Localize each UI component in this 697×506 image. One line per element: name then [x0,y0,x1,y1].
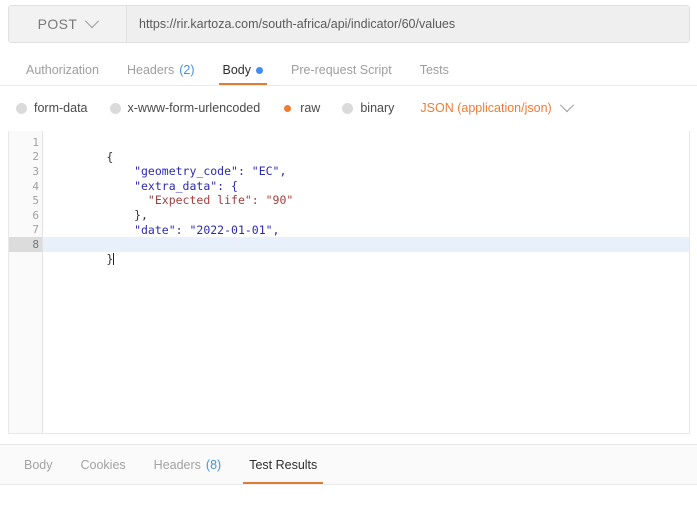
gutter-line-2-number: 2 [32,150,39,164]
code-line-4[interactable]: "Expected life": "90" [51,179,689,207]
content-type-label: JSON (application/json) [420,101,552,115]
response-body-area [0,486,697,506]
response-tab-body-label: Body [24,458,53,472]
tab-headers-count: (2) [179,63,195,77]
code-line-2[interactable]: "geometry_code": "EC", [51,150,689,178]
response-tab-test-results[interactable]: Test Results [235,446,331,484]
code-line-8[interactable]: } [43,237,689,266]
postman-request-pane: POST https://rir.kartoza.com/south-afric… [0,0,697,506]
text-caret [113,252,115,265]
request-url-text: https://rir.kartoza.com/south-africa/api… [139,17,456,31]
response-tab-test-results-label: Test Results [249,458,318,472]
tab-tests[interactable]: Tests [406,55,463,85]
http-method-label: POST [37,16,78,32]
body-type-row: form-data x-www-form-urlencoded raw bina… [0,94,697,122]
gutter-line-5[interactable]: 5 [9,193,42,208]
tab-headers-label: Headers [126,63,175,77]
body-modified-dot-icon [256,66,263,74]
tab-pre-request-script[interactable]: Pre-request Script [277,55,406,85]
code-line-7[interactable]: "value": 10000000 [51,223,689,251]
radio-urlencoded[interactable]: x-www-form-urlencoded [109,101,261,115]
gutter-line-8[interactable]: 8 [9,237,42,252]
tab-authorization-label: Authorization [26,63,99,77]
gutter-line-5-number: 5 [32,194,39,208]
request-body-editor[interactable]: 1 2 3 4 5 6 7 8 {"geometry_code": "EC",… [8,131,690,434]
gutter-line-3[interactable]: 3 [9,164,52,179]
radio-binary-label: binary [360,101,395,115]
response-tab-headers-label: Headers [153,458,201,472]
code-line-6[interactable]: "date": "2022-01-01", [51,208,689,237]
code-line-5[interactable]: }, [51,193,689,222]
tab-tests-label: Tests [419,63,449,77]
tab-body[interactable]: Body [209,55,278,85]
chevron-down-icon [559,98,574,113]
gutter-line-7-number: 7 [32,223,39,237]
response-tab-body[interactable]: Body [10,446,67,484]
code-line-3[interactable]: "extra_data": { [51,164,689,193]
http-method-selector[interactable]: POST [9,6,127,42]
gutter-line-6[interactable]: 6 [9,208,42,223]
radio-raw-label: raw [300,101,321,115]
tab-authorization[interactable]: Authorization [12,55,113,85]
radio-form-data-icon [16,102,27,114]
gutter-line-7[interactable]: 7 [9,223,42,238]
radio-raw[interactable]: raw [282,101,320,115]
response-tab-cookies-label: Cookies [80,458,126,472]
response-tab-headers[interactable]: Headers (8) [140,446,236,484]
radio-form-data-label: form-data [34,101,88,115]
gutter-line-4-number: 4 [32,179,39,193]
gutter-line-8-number: 8 [32,237,39,251]
response-tab-bar: Body Cookies Headers (8) Test Results [0,445,697,485]
gutter-line-1[interactable]: 1 [9,135,52,150]
content-type-selector[interactable]: JSON (application/json) [420,98,574,115]
radio-raw-icon [282,102,294,114]
chevron-down-icon [85,14,100,29]
radio-urlencoded-label: x-www-form-urlencoded [127,101,261,115]
editor-code-area[interactable]: { "geometry_code": "EC", "extra_data": {… [43,131,689,433]
radio-binary-icon [342,102,354,114]
gutter-line-4[interactable]: 4 [9,179,42,194]
gutter-line-1-number: 1 [32,135,39,149]
request-url-input[interactable]: https://rir.kartoza.com/south-africa/api… [127,6,689,42]
radio-binary[interactable]: binary [342,101,394,115]
request-url-bar: POST https://rir.kartoza.com/south-afric… [8,5,690,43]
editor-gutter: 1 2 3 4 5 6 7 8 [9,131,52,433]
gutter-line-3-number: 3 [32,164,39,178]
code-line-1[interactable]: { [51,135,689,164]
request-tab-bar: Authorization Headers (2) Body Pre-reque… [0,55,697,86]
gutter-line-2[interactable]: 2 [9,150,42,165]
tab-headers[interactable]: Headers (2) [113,55,209,85]
tab-pre-request-script-label: Pre-request Script [291,63,392,77]
code-line-8-text: } [106,251,114,266]
radio-urlencoded-icon [109,102,121,114]
response-tab-cookies[interactable]: Cookies [67,446,140,484]
radio-form-data[interactable]: form-data [16,101,88,115]
tab-body-label: Body [222,63,252,77]
gutter-line-6-number: 6 [32,208,39,222]
response-tab-headers-count: (8) [205,458,222,472]
